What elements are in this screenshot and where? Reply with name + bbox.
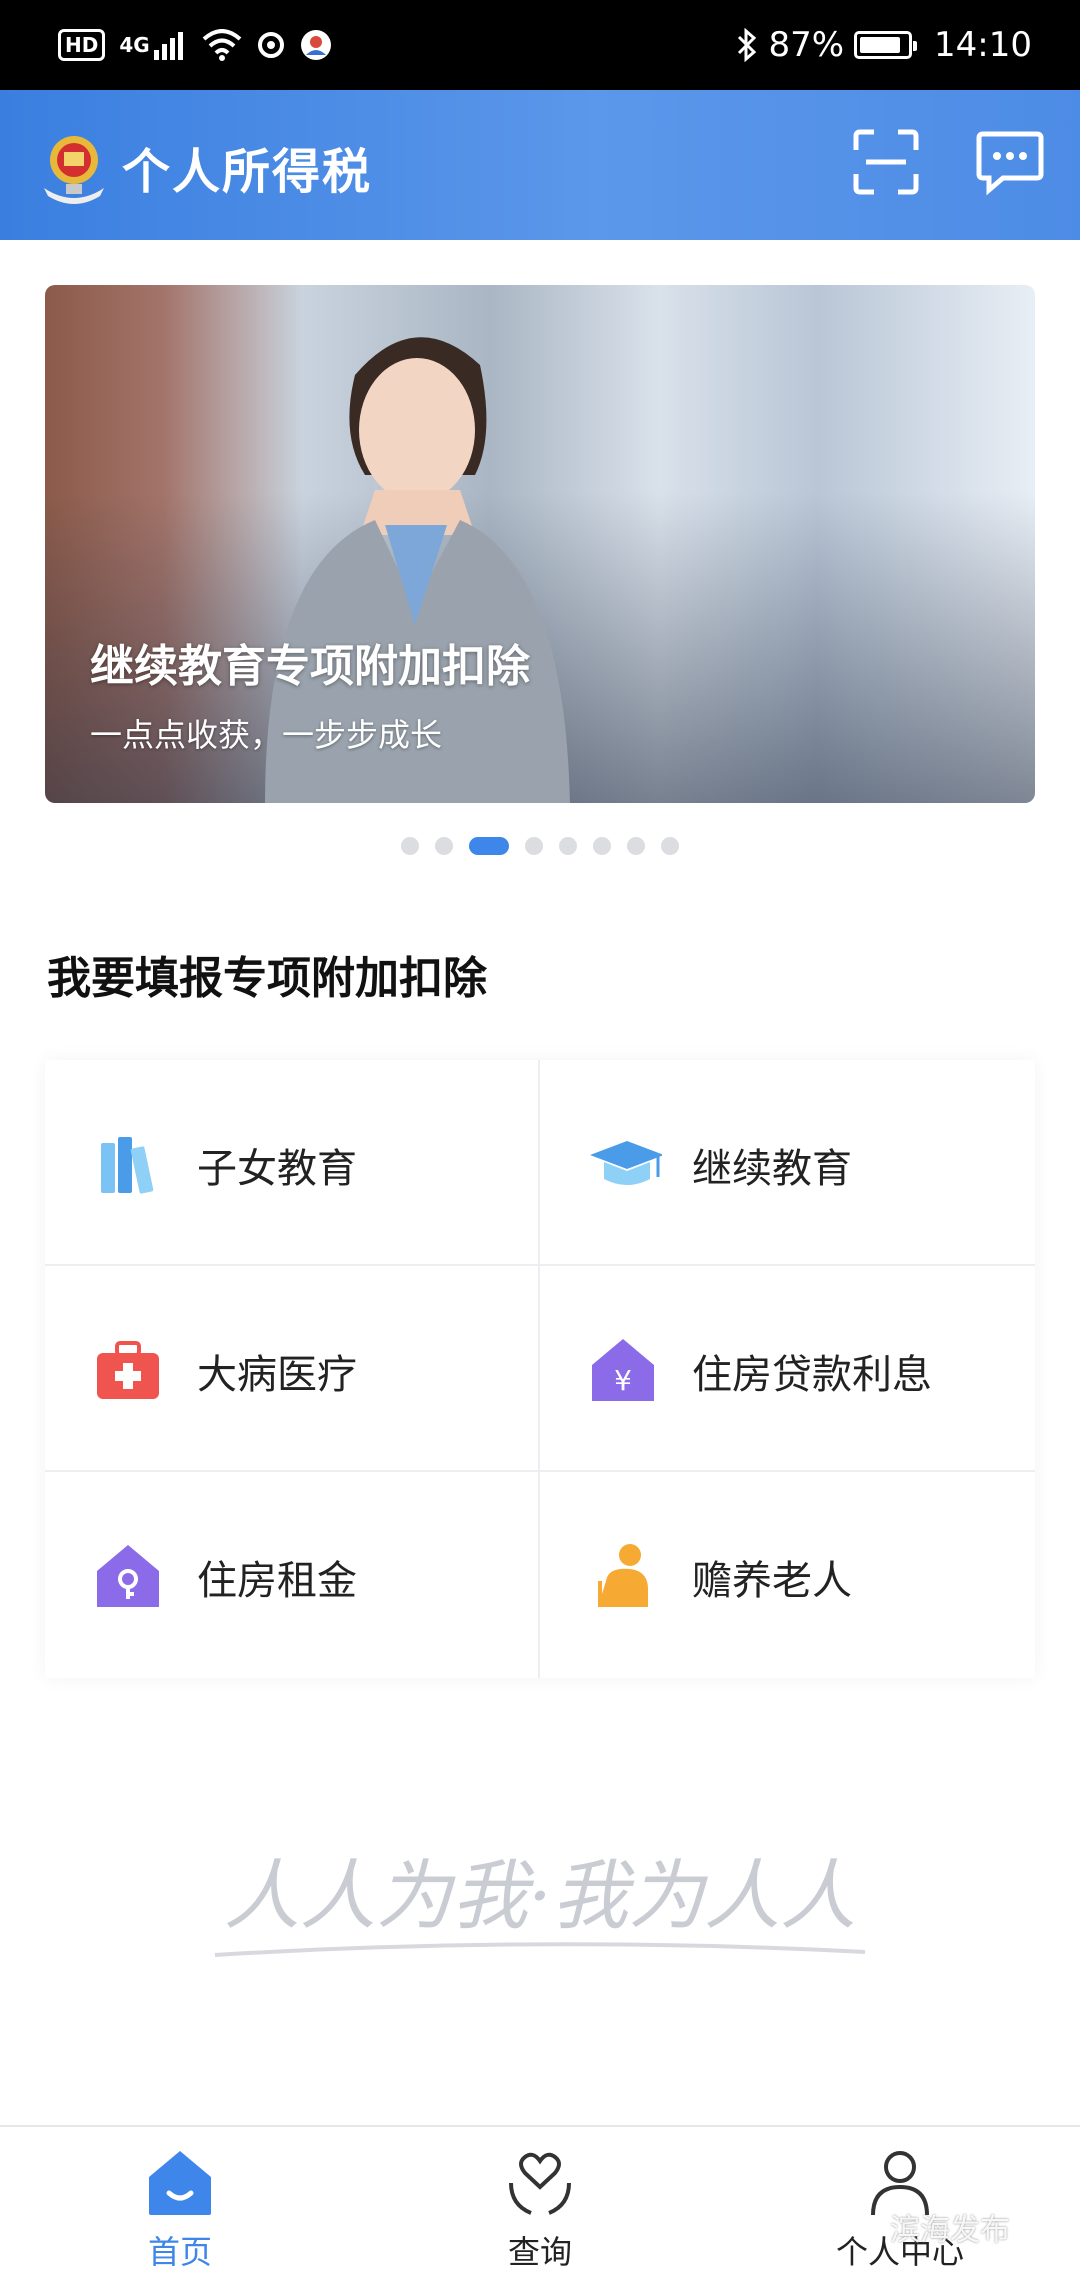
nav-label: 首页 (147, 2233, 212, 2271)
carousel-dot[interactable] (401, 837, 419, 855)
banner-carousel[interactable]: 继续教育专项附加扣除 一点点收获，一步步成长 (45, 285, 1035, 803)
svg-text:¥: ¥ (614, 1364, 632, 1397)
app-notification-icon (300, 30, 331, 60)
hd-badge: HD (58, 29, 106, 61)
deduction-label: 住房租金 (197, 1558, 357, 1604)
app-bar: 个人所得税 (0, 90, 1080, 240)
battery-icon (854, 31, 918, 59)
status-bar: HD 4G 87% 14:10 (0, 0, 1080, 90)
medical-kit-icon (97, 1341, 159, 1399)
status-right: 87% 14:10 (736, 22, 1032, 68)
deduction-elderly-support[interactable]: 赡养老人 (540, 1472, 1035, 1678)
deduction-continuing-education[interactable]: 继续教育 (540, 1060, 1035, 1266)
nav-home[interactable]: 首页 (50, 2127, 310, 2282)
carousel-dot[interactable] (661, 837, 679, 855)
slogan-calligraphy: 人人为我·我为人人 (214, 1851, 866, 1957)
clock: 14:10 (934, 25, 1032, 65)
battery-percent: 87% (768, 25, 845, 65)
books-icon (101, 1137, 154, 1194)
deduction-grid: 子女教育 继续教育 大病医疗 ¥ 住房贷款利息 住房租金 赡养老人 (45, 1060, 1035, 1678)
nav-label: 查询 (507, 2233, 572, 2271)
deduction-housing-loan-interest[interactable]: ¥ 住房贷款利息 (540, 1266, 1035, 1472)
deduction-label: 赡养老人 (692, 1558, 852, 1604)
graduation-cap-icon (590, 1141, 662, 1185)
carousel-dot[interactable] (593, 837, 611, 855)
watermark: 滨海发布 (890, 2213, 1010, 2248)
app-title: 个人所得税 (122, 144, 373, 200)
battery-fill (860, 37, 901, 53)
slogan-text: 人人为我·我为人人 (224, 1851, 856, 1940)
deduction-label: 子女教育 (197, 1146, 357, 1192)
house-yuan-icon: ¥ (592, 1339, 654, 1401)
carousel-dot[interactable] (559, 837, 577, 855)
carousel-dot[interactable] (525, 837, 543, 855)
home-icon (149, 2151, 211, 2215)
deduction-label: 继续教育 (692, 1146, 852, 1192)
deduction-housing-rent[interactable]: 住房租金 (45, 1472, 540, 1678)
house-key-icon (97, 1545, 159, 1607)
elder-icon (598, 1544, 648, 1607)
nav-query[interactable]: 查询 (410, 2127, 670, 2282)
carousel-dot[interactable] (435, 837, 453, 855)
deduction-serious-illness[interactable]: 大病医疗 (45, 1266, 540, 1472)
bluetooth-icon (738, 28, 757, 62)
banner-subtitle: 一点点收获，一步步成长 (90, 716, 443, 754)
heart-hands-icon (509, 2152, 571, 2215)
signal-icon (153, 32, 183, 60)
bottom-navigation: 首页 查询 个人中心 (0, 2125, 1080, 2282)
deduction-label: 住房贷款利息 (692, 1352, 932, 1398)
status-left: HD 4G (58, 22, 332, 68)
emblem-icon (44, 136, 104, 204)
scan-icon[interactable] (852, 128, 920, 196)
deduction-children-education[interactable]: 子女教育 (45, 1060, 540, 1266)
message-icon[interactable] (975, 130, 1045, 196)
sync-icon (257, 32, 284, 58)
carousel-dot-active[interactable] (469, 837, 509, 855)
banner-title: 继续教育专项附加扣除 (90, 641, 530, 692)
section-title: 我要填报专项附加扣除 (47, 953, 487, 1004)
slogan: 人人为我·我为人人 (195, 1840, 885, 1970)
network-type: 4G (119, 33, 150, 57)
carousel-dot[interactable] (627, 837, 645, 855)
deduction-label: 大病医疗 (197, 1352, 357, 1398)
wifi-icon (202, 29, 242, 61)
carousel-indicator (0, 834, 1080, 858)
